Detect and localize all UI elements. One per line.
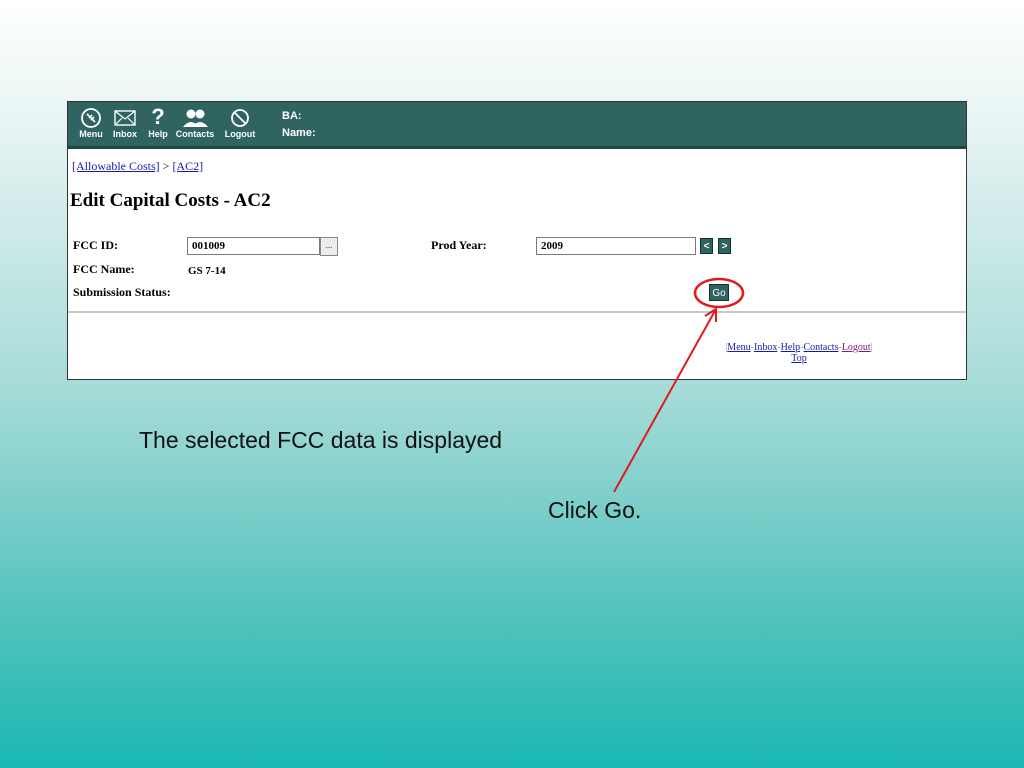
- callout-overlay: [613, 277, 745, 493]
- instruction-text: Click Go.: [548, 497, 642, 523]
- caption-text: The selected FCC data is displayed: [139, 427, 503, 453]
- callout-arrow-line: [613, 308, 717, 493]
- go-highlight-circle: [693, 277, 745, 309]
